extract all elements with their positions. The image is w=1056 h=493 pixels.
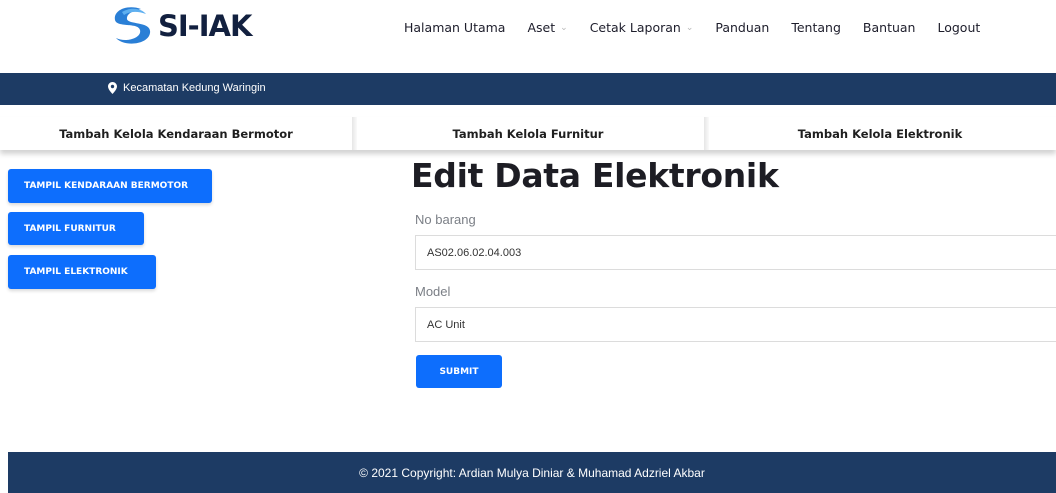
no-barang-label: No barang — [415, 212, 476, 227]
nav-aset[interactable]: Aset ⌄ — [527, 20, 567, 35]
tampil-kendaraan-button[interactable]: TAMPIL KENDARAAN BERMOTOR — [8, 169, 212, 203]
nav-label: Logout — [937, 20, 981, 35]
manage-tabs: Tambah Kelola Kendaraan Bermotor Tambah … — [0, 117, 1056, 150]
swirl-logo-icon — [114, 7, 151, 44]
no-barang-input[interactable]: AS02.06.02.04.003 — [415, 235, 1056, 270]
model-label: Model — [415, 284, 451, 299]
main-nav: Halaman Utama Aset ⌄ Cetak Laporan ⌄ Pan… — [404, 20, 1002, 35]
copyright-text: © 2021 Copyright: Ardian Mulya Diniar & … — [359, 465, 705, 480]
page-title: Edit Data Elektronik — [411, 156, 779, 195]
tampil-elektronik-button[interactable]: TAMPIL ELEKTRONIK — [8, 255, 156, 289]
tab-tambah-elektronik[interactable]: Tambah Kelola Elektronik — [704, 117, 1056, 150]
brand-logo[interactable]: SI-IAK — [108, 6, 252, 46]
nav-bantuan[interactable]: Bantuan — [863, 20, 916, 35]
nav-label: Cetak Laporan — [589, 20, 681, 35]
model-input[interactable]: AC Unit — [415, 307, 1056, 342]
tampil-furnitur-button[interactable]: TAMPIL FURNITUR — [8, 212, 144, 245]
nav-logout[interactable]: Logout — [937, 20, 980, 35]
submit-button[interactable]: SUBMIT — [416, 355, 502, 388]
map-marker-icon — [108, 82, 117, 94]
location-text: Kecamatan Kedung Waringin — [123, 82, 266, 94]
tab-tambah-kendaraan[interactable]: Tambah Kelola Kendaraan Bermotor — [0, 117, 352, 150]
footer: © 2021 Copyright: Ardian Mulya Diniar & … — [8, 452, 1056, 493]
nav-panduan[interactable]: Panduan — [715, 20, 769, 35]
nav-tentang[interactable]: Tentang — [791, 20, 841, 35]
tab-tambah-furnitur[interactable]: Tambah Kelola Furnitur — [352, 117, 704, 150]
nav-label: Aset — [527, 20, 556, 35]
nav-label: Panduan — [715, 20, 770, 35]
top-header: SI-IAK Halaman Utama Aset ⌄ Cetak Lapora… — [0, 0, 1056, 73]
chevron-down-icon: ⌄ — [560, 22, 568, 33]
chevron-down-icon: ⌄ — [685, 22, 694, 33]
nav-label: Bantuan — [862, 20, 916, 35]
nav-cetak-laporan[interactable]: Cetak Laporan ⌄ — [590, 20, 694, 35]
brand-name: SI-IAK — [158, 9, 252, 43]
nav-halaman-utama[interactable]: Halaman Utama — [404, 20, 505, 35]
location-bar: Kecamatan Kedung Waringin — [0, 73, 1056, 105]
location: Kecamatan Kedung Waringin — [108, 82, 266, 94]
nav-label: Halaman Utama — [404, 20, 506, 35]
nav-label: Tentang — [791, 20, 841, 35]
